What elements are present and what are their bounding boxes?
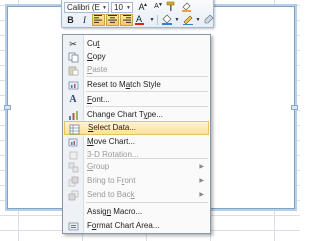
- font-color-swatch: [135, 22, 144, 25]
- menu-item-label: Font...: [87, 95, 110, 104]
- menu-item-assign-macro[interactable]: Assign Macro...: [64, 205, 209, 219]
- reset-style-icon: [66, 79, 80, 91]
- paste-icon: [66, 64, 80, 76]
- mini-toolbar: Calibri (E ▼ 10 ▼ A ▲ A ▼ B I A ▼ ▼ ▼: [61, 0, 214, 28]
- menu-separator: [86, 106, 208, 107]
- paint-bucket-icon: [181, 2, 191, 12]
- copy-icon: [66, 51, 80, 63]
- pencil-icon: [182, 15, 193, 25]
- blank-icon: [66, 206, 80, 218]
- menu-item-send-to-back[interactable]: Send to Back ▶: [64, 188, 209, 202]
- menu-item-label: Change Chart Type...: [87, 110, 163, 119]
- send-back-icon: [66, 189, 80, 201]
- menu-item-font[interactable]: A Font...: [64, 93, 209, 107]
- shape-outline-dropdown[interactable]: ▼: [195, 14, 201, 26]
- brush-icon: [204, 14, 214, 23]
- context-menu: ✂ Cut Copy Paste Reset to Match Style A …: [62, 34, 211, 234]
- menu-separator: [86, 76, 208, 77]
- font-name-combo[interactable]: Calibri (E ▼: [64, 1, 109, 13]
- format-chart-icon: [66, 220, 80, 232]
- align-center-icon: [108, 14, 117, 23]
- submenu-arrow-icon: ▶: [199, 164, 204, 170]
- submenu-arrow-icon: ▶: [199, 192, 204, 198]
- scissors-icon: ✂: [69, 39, 77, 49]
- italic-button[interactable]: I: [78, 14, 91, 26]
- menu-separator: [86, 158, 208, 159]
- menu-item-label: Bring to Front: [87, 176, 136, 185]
- menu-separator: [86, 91, 208, 92]
- chart-resize-handle[interactable]: [4, 105, 11, 110]
- bring-front-icon: [66, 175, 80, 187]
- menu-item-label: Assign Macro...: [87, 207, 143, 216]
- menu-item-label: Copy: [87, 52, 106, 61]
- menu-item-move-chart[interactable]: Move Chart...: [64, 135, 209, 149]
- align-right-button[interactable]: [120, 13, 133, 26]
- bold-button[interactable]: B: [64, 14, 77, 26]
- font-size-combo[interactable]: 10 ▼: [111, 1, 133, 13]
- chevron-down-icon: ▼: [126, 4, 131, 11]
- font-icon: A: [69, 94, 77, 105]
- italic-icon: I: [83, 14, 86, 25]
- menu-separator: [86, 202, 208, 203]
- menu-item-reset-style[interactable]: Reset to Match Style: [64, 78, 209, 92]
- menu-item-label: Reset to Match Style: [87, 80, 161, 89]
- menu-item-format-chart-area[interactable]: Format Chart Area...: [64, 219, 209, 233]
- font-color-button[interactable]: A: [134, 14, 148, 26]
- menu-item-label: Cut: [87, 39, 100, 48]
- shape-fill-button[interactable]: [160, 14, 173, 26]
- align-right-icon: [123, 14, 131, 23]
- submenu-arrow-icon: ▶: [199, 178, 204, 184]
- menu-item-group[interactable]: Group ▶: [64, 160, 209, 174]
- menu-item-label: Group: [87, 162, 110, 171]
- chart-type-icon: [66, 109, 80, 121]
- menu-item-label: Send to Back: [87, 190, 135, 199]
- shrink-font-button[interactable]: A ▼: [150, 1, 163, 13]
- format-painter-button[interactable]: [165, 1, 178, 13]
- menu-item-label: Move Chart...: [87, 137, 136, 146]
- menu-item-paste[interactable]: Paste: [64, 63, 209, 77]
- font-name-value: Calibri (E: [67, 2, 100, 12]
- menu-item-bring-to-front[interactable]: Bring to Front ▶: [64, 174, 209, 188]
- toolbar-separator: [157, 14, 158, 25]
- font-size-value: 10: [114, 2, 123, 12]
- select-data-icon: [67, 123, 81, 135]
- menu-item-change-chart-type[interactable]: Change Chart Type...: [64, 108, 209, 122]
- align-center-button[interactable]: [106, 13, 119, 26]
- shape-fill-dropdown[interactable]: ▼: [174, 14, 180, 26]
- format-painter-icon: [166, 1, 175, 11]
- chevron-down-icon: ▼: [102, 4, 107, 11]
- fill-style-button[interactable]: [180, 1, 193, 13]
- menu-item-copy[interactable]: Copy: [64, 50, 209, 64]
- group-icon: [66, 161, 80, 173]
- eraser-button[interactable]: [202, 14, 215, 26]
- font-color-dropdown[interactable]: ▼: [149, 14, 155, 26]
- move-chart-icon: [66, 136, 80, 148]
- grow-font-button[interactable]: A ▲: [135, 1, 148, 13]
- menu-item-label: Paste: [87, 65, 108, 74]
- shape-fill-icon: [161, 14, 172, 25]
- bold-icon: B: [67, 14, 74, 25]
- align-left-button[interactable]: [92, 13, 105, 26]
- menu-item-label: Format Chart Area...: [87, 221, 160, 230]
- menu-item-select-data[interactable]: Select Data...: [64, 121, 209, 135]
- align-left-icon: [94, 14, 102, 23]
- shape-outline-button[interactable]: [181, 14, 194, 26]
- chart-resize-handle[interactable]: [291, 105, 298, 110]
- menu-item-label: Select Data...: [88, 123, 137, 132]
- menu-item-cut[interactable]: ✂ Cut: [64, 37, 209, 51]
